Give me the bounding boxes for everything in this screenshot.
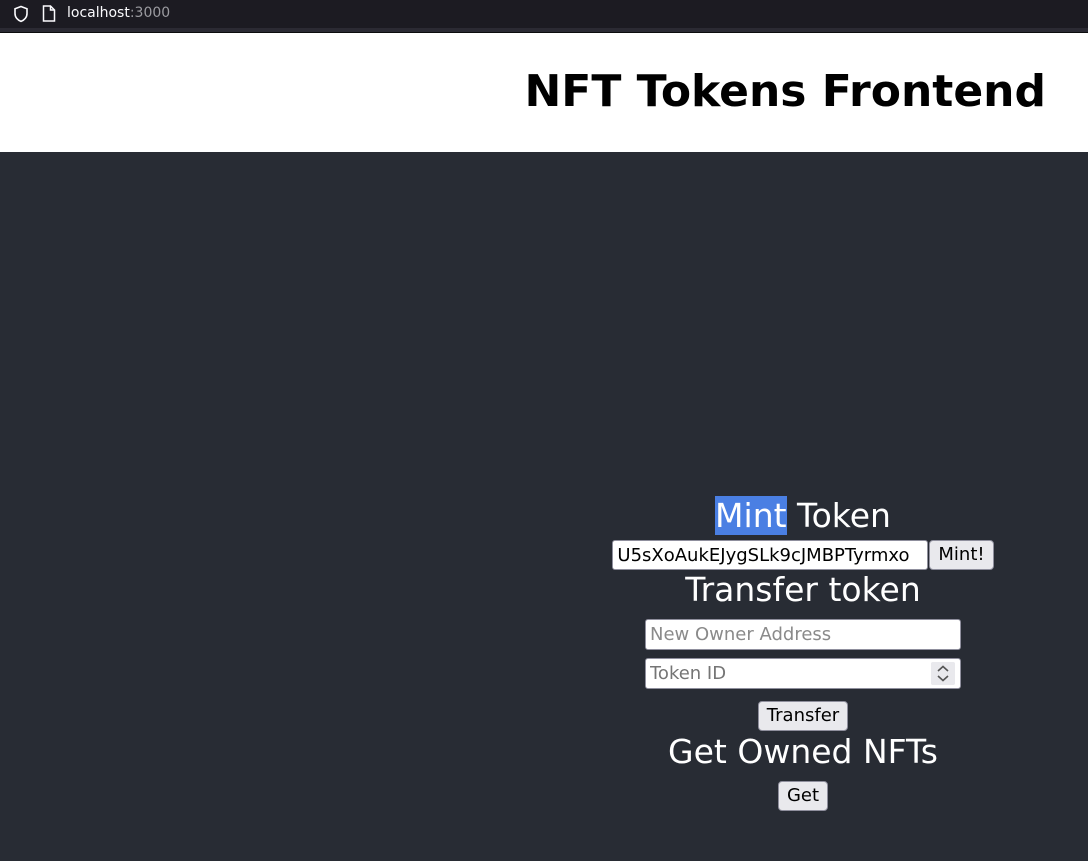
get-button[interactable]: Get bbox=[777, 781, 829, 811]
spinner-arrows-icon[interactable] bbox=[931, 662, 955, 685]
main-content: Mint Token Mint! Transfer token Transfer… bbox=[0, 152, 1088, 861]
mint-row: Mint! bbox=[560, 540, 1046, 570]
page-title: NFT Tokens Frontend bbox=[524, 66, 1046, 117]
mint-button[interactable]: Mint! bbox=[929, 540, 994, 570]
get-button-row: Get bbox=[560, 781, 1046, 811]
token-panel: Mint Token Mint! Transfer token Transfer… bbox=[560, 495, 1046, 811]
url-host: localhost bbox=[67, 5, 130, 21]
url-text[interactable]: localhost:3000 bbox=[67, 4, 170, 22]
page-icon bbox=[42, 5, 56, 22]
transfer-section-title: Transfer token bbox=[685, 570, 921, 609]
shield-icon[interactable] bbox=[12, 5, 30, 23]
url-port: :3000 bbox=[129, 5, 171, 21]
mint-address-input[interactable] bbox=[612, 540, 929, 570]
new-owner-address-input[interactable] bbox=[645, 619, 961, 650]
mint-title-highlight: Mint bbox=[715, 496, 787, 535]
token-id-input[interactable] bbox=[645, 658, 961, 689]
transfer-button[interactable]: Transfer bbox=[757, 701, 849, 731]
transfer-button-row: Transfer bbox=[560, 701, 1046, 731]
token-row bbox=[560, 658, 1046, 689]
owned-section-title: Get Owned NFTs bbox=[668, 732, 938, 771]
mint-section-title: Mint Token bbox=[560, 495, 1046, 537]
mint-title-rest: Token bbox=[786, 496, 891, 535]
browser-url-bar: localhost:3000 bbox=[0, 0, 1088, 28]
token-id-field bbox=[645, 658, 961, 689]
owner-row bbox=[560, 619, 1046, 650]
app-header: NFT Tokens Frontend bbox=[0, 33, 1088, 152]
